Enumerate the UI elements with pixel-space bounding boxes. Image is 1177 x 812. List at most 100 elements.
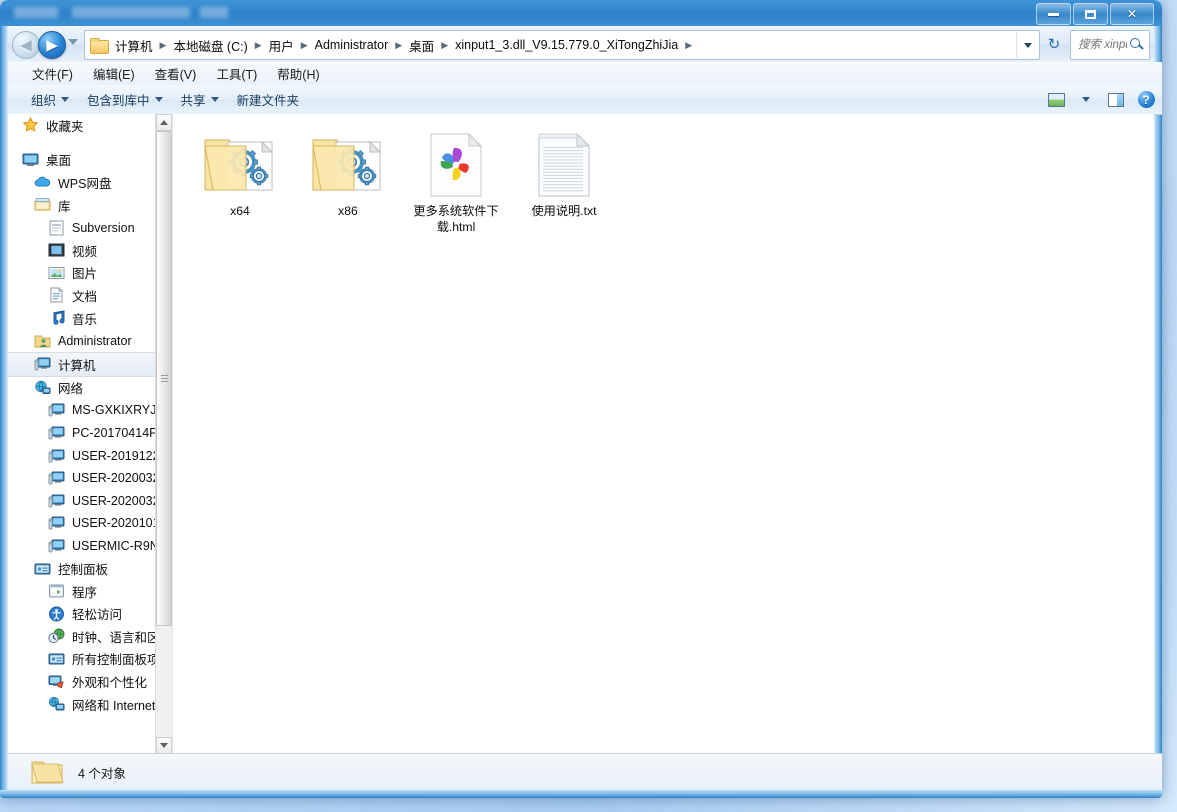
search-input[interactable] xyxy=(1076,38,1129,52)
sidebar-item-17[interactable]: USER-20201017I xyxy=(8,512,172,535)
sidebar-item-10[interactable]: 计算机 xyxy=(8,351,172,377)
sidebar-item-24[interactable]: 外观和个性化 xyxy=(8,670,172,693)
chevron-right-icon[interactable]: ▶ xyxy=(157,40,170,51)
file-item[interactable]: 更多系统软件下载.html xyxy=(403,128,509,235)
breadcrumb-item-0[interactable]: 计算机 xyxy=(111,34,157,57)
breadcrumb-item-2[interactable]: 用户 xyxy=(265,34,298,57)
change-view-button[interactable] xyxy=(1042,88,1070,111)
sidebar-item-20[interactable]: 程序 xyxy=(8,580,172,603)
sidebar-item-label: 音乐 xyxy=(72,312,98,327)
sidebar-item-1[interactable]: 桌面 xyxy=(8,149,172,172)
sidebar-item-11[interactable]: 网络 xyxy=(8,377,172,400)
navigation-pane: 收藏夹桌面 WPS网盘库 Subversion 视频 图片 文档音乐 Administrat… xyxy=(8,114,173,754)
sidebar-item-label: 桌面 xyxy=(46,154,72,169)
chevron-right-icon[interactable]: ▶ xyxy=(252,40,265,51)
maximize-button[interactable] xyxy=(1073,3,1108,25)
close-button[interactable]: ✕ xyxy=(1110,3,1154,25)
help-icon: ? xyxy=(1137,91,1155,108)
sidebar-item-label: 计算机 xyxy=(58,358,96,373)
back-button[interactable]: ◀ xyxy=(12,31,40,59)
sidebar-item-7[interactable]: 文档 xyxy=(8,284,172,307)
sidebar-item-19[interactable]: 控制面板 xyxy=(8,557,172,580)
organize-button[interactable]: 组织 xyxy=(22,86,78,113)
sidebar-item-8[interactable]: 音乐 xyxy=(8,307,172,330)
view-dropdown-button[interactable] xyxy=(1072,88,1100,111)
network-internet-icon xyxy=(48,696,65,712)
sidebar-item-25[interactable]: 网络和 Internet xyxy=(8,693,172,716)
breadcrumb: 计算机 ▶ 本地磁盘 (C:) ▶ 用户 ▶ Administrator ▶ 桌… xyxy=(111,34,1016,57)
menu-help[interactable]: 帮助(H) xyxy=(267,61,329,86)
chevron-right-icon[interactable]: ▶ xyxy=(438,40,451,51)
breadcrumb-item-4[interactable]: 桌面 xyxy=(405,34,438,57)
computer-icon xyxy=(48,402,65,418)
sidebar-item-18[interactable]: USERMIC-R9N2S xyxy=(8,535,172,558)
forward-button[interactable]: ▶ xyxy=(38,31,66,59)
chevron-right-icon[interactable]: ▶ xyxy=(682,40,695,51)
sidebar-item-label: 库 xyxy=(58,199,71,214)
file-list-pane[interactable]: x64 x86 更多系统软件下载.html 使用说明.txt xyxy=(173,114,1154,768)
search-box[interactable] xyxy=(1070,30,1150,60)
address-bar-row: ◀ ▶ 计算机 ▶ 本地磁盘 (C:) ▶ 用户 ▶ Administrator… xyxy=(8,26,1154,62)
refresh-button[interactable]: ↻ xyxy=(1042,31,1066,57)
explorer-client: ◀ ▶ 计算机 ▶ 本地磁盘 (C:) ▶ 用户 ▶ Administrator… xyxy=(8,26,1162,790)
sidebar-item-2[interactable]: WPS网盘 xyxy=(8,171,172,194)
new-folder-label: 新建文件夹 xyxy=(236,94,300,108)
menu-file[interactable]: 文件(F) xyxy=(22,61,83,86)
minimize-button[interactable] xyxy=(1036,3,1071,25)
sidebar-item-label: Administrator xyxy=(58,333,132,348)
address-breadcrumb-bar[interactable]: 计算机 ▶ 本地磁盘 (C:) ▶ 用户 ▶ Administrator ▶ 桌… xyxy=(84,30,1040,60)
menu-edit[interactable]: 编辑(E) xyxy=(83,61,145,86)
scroll-up-button[interactable] xyxy=(156,114,172,131)
help-button[interactable]: ? xyxy=(1132,88,1160,111)
organize-label: 组织 xyxy=(31,94,57,108)
status-object-count: 4 个对象 xyxy=(78,766,126,781)
file-item[interactable]: 使用说明.txt xyxy=(511,128,617,235)
menu-tools[interactable]: 工具(T) xyxy=(206,61,267,86)
include-in-library-button[interactable]: 包含到库中 xyxy=(78,86,172,113)
window-frame-left xyxy=(0,0,8,798)
sidebar-item-21[interactable]: 轻松访问 xyxy=(8,602,172,625)
network-icon xyxy=(34,380,51,396)
file-item[interactable]: x64 xyxy=(187,128,293,235)
breadcrumb-item-1[interactable]: 本地磁盘 (C:) xyxy=(169,34,251,57)
chevron-right-icon[interactable]: ▶ xyxy=(392,40,405,51)
breadcrumb-item-3[interactable]: Administrator xyxy=(311,36,393,54)
scroll-up-icon xyxy=(160,120,168,125)
menu-view[interactable]: 查看(V) xyxy=(145,61,207,86)
sidebar-item-5[interactable]: 视频 xyxy=(8,239,172,262)
minimize-icon xyxy=(1048,12,1059,16)
sidebar-item-label: WPS网盘 xyxy=(58,176,112,191)
sidebar-item-0[interactable]: 收藏夹 xyxy=(8,114,172,137)
sidebar-item-4[interactable]: Subversion xyxy=(8,216,172,239)
sidebar-item-9[interactable]: Administrator xyxy=(8,329,172,352)
share-button[interactable]: 共享 xyxy=(172,86,228,113)
title-bar[interactable]: ✕ xyxy=(0,0,1162,26)
sidebar-item-23[interactable]: 所有控制面板项 xyxy=(8,648,172,671)
computer-icon xyxy=(34,356,51,372)
new-folder-button[interactable]: 新建文件夹 xyxy=(228,86,309,113)
navigation-list: 收藏夹桌面 WPS网盘库 Subversion 视频 图片 文档音乐 Administrat… xyxy=(8,114,172,715)
scroll-down-button[interactable] xyxy=(156,737,172,754)
sidebar-item-16[interactable]: USER-20200326Y xyxy=(8,490,172,513)
sidebar-item-label: 外观和个性化 xyxy=(72,676,148,691)
sidebar-item-6[interactable]: 图片 xyxy=(8,262,172,285)
chevron-right-icon[interactable]: ▶ xyxy=(298,40,311,51)
desktop-icon xyxy=(22,152,39,168)
sidebar-item-12[interactable]: MS-GXKIXRYJLV xyxy=(8,399,172,422)
history-dropdown-icon[interactable] xyxy=(68,39,78,45)
window-title-obscured-2 xyxy=(72,7,190,18)
sidebar-item-15[interactable]: USER-20200320U xyxy=(8,467,172,490)
window-frame-right xyxy=(1154,0,1162,798)
sidebar-item-3[interactable]: 库 xyxy=(8,194,172,217)
nav-scrollbar[interactable] xyxy=(155,114,172,754)
sidebar-item-22[interactable]: 时钟、语言和区域 xyxy=(8,625,172,648)
folder-with-dll-icon xyxy=(202,132,278,198)
sidebar-item-13[interactable]: PC-20170414PM xyxy=(8,422,172,445)
sidebar-item-14[interactable]: USER-20191220I xyxy=(8,444,172,467)
status-bar: 4 个对象 xyxy=(8,753,1162,790)
preview-pane-button[interactable] xyxy=(1102,88,1130,111)
address-dropdown-button[interactable] xyxy=(1016,32,1039,58)
breadcrumb-item-5[interactable]: xinput1_3.dll_V9.15.779.0_XiTongZhiJia xyxy=(451,36,682,54)
file-item[interactable]: x86 xyxy=(295,128,401,235)
nav-scrollbar-thumb[interactable] xyxy=(156,131,172,626)
